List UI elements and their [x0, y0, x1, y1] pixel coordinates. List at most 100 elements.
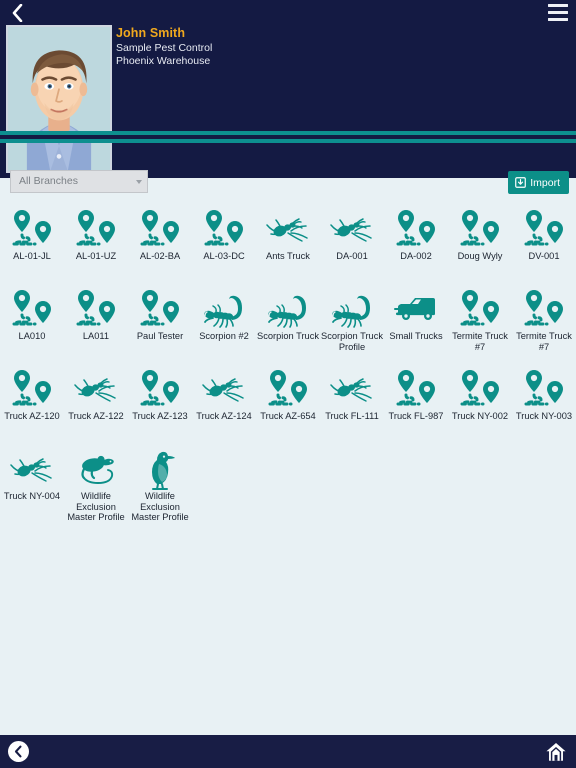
grid-item-label: Truck AZ-124 [196, 411, 252, 421]
grid-item[interactable]: AL-01-UZ [64, 205, 128, 285]
grid-item-label: DA-001 [336, 251, 368, 261]
avatar[interactable] [6, 25, 112, 173]
ant-icon [326, 365, 378, 411]
grid-item-label: Scorpion Truck [257, 331, 320, 341]
bottom-navigation-bar [0, 735, 576, 768]
user-company: Sample Pest Control [116, 41, 213, 54]
app-header: John Smith Sample Pest Control Phoenix W… [0, 0, 576, 178]
grid-item[interactable]: LA011 [64, 285, 128, 365]
grid-item-label: LA010 [18, 331, 46, 341]
grid-item[interactable]: AL-02-BA [128, 205, 192, 285]
grid-item[interactable]: Truck AZ-123 [128, 365, 192, 445]
grid-item[interactable]: Truck AZ-122 [64, 365, 128, 445]
route-pins-icon [454, 365, 506, 411]
grid-item[interactable]: Termite Truck #7 [512, 285, 576, 365]
route-pins-icon [134, 285, 186, 331]
user-branch: Phoenix Warehouse [116, 55, 211, 68]
branch-filter-dropdown[interactable]: All Branches [10, 170, 148, 193]
branch-filter-value: All Branches [19, 175, 78, 187]
grid-item[interactable]: Truck AZ-120 [0, 365, 64, 445]
grid-item[interactable]: AL-03-DC [192, 205, 256, 285]
van-icon [390, 285, 442, 331]
grid-item-label: Small Trucks [389, 331, 443, 341]
grid-item-label: Scorpion #2 [199, 331, 249, 341]
grid-item[interactable]: Scorpion #2 [192, 285, 256, 365]
chevron-down-icon [136, 180, 142, 184]
grid-item-label: Truck FL-111 [325, 411, 379, 421]
grid-item-label: Truck NY-003 [515, 411, 573, 421]
route-pins-icon [134, 365, 186, 411]
grid-item[interactable]: Scorpion Truck [256, 285, 320, 365]
grid-item-label: Truck AZ-123 [132, 411, 188, 421]
ant-icon [262, 205, 314, 251]
chevron-left-icon [12, 4, 23, 22]
profile-grid: AL-01-JL AL-01-UZ AL-02-BA AL-03-DC Ants… [0, 205, 576, 530]
grid-item[interactable]: Truck AZ-124 [192, 365, 256, 445]
grid-item-label: LA011 [82, 331, 110, 341]
grid-item-label: DV-001 [528, 251, 560, 261]
grid-item[interactable]: Termite Truck #7 [448, 285, 512, 365]
accent-stripes [0, 131, 576, 143]
grid-item-label: Wildlife Exclusion Master Profile [131, 491, 189, 522]
hamburger-menu-icon[interactable] [548, 4, 568, 21]
route-pins-icon [262, 365, 314, 411]
header-back-button[interactable] [6, 2, 28, 24]
user-name: John Smith [116, 26, 186, 40]
grid-item[interactable]: Doug Wyly [448, 205, 512, 285]
scorpion-icon [326, 285, 378, 331]
grid-item-label: Scorpion Truck Profile [321, 331, 384, 352]
home-icon [545, 742, 566, 761]
circle-chevron-left-icon [14, 745, 22, 758]
bottom-home-button[interactable] [544, 740, 567, 763]
hamburger-bar [548, 4, 568, 7]
grid-item[interactable]: Truck NY-002 [448, 365, 512, 445]
grid-item[interactable]: Ants Truck [256, 205, 320, 285]
grid-item[interactable]: Small Trucks [384, 285, 448, 365]
hamburger-bar [548, 11, 568, 14]
grid-item[interactable]: Wildlife Exclusion Master Profile [64, 445, 128, 525]
grid-item-label: AL-01-JL [13, 251, 51, 261]
bottom-back-button[interactable] [8, 741, 29, 762]
grid-item-label: Truck AZ-654 [260, 411, 316, 421]
grid-item-label: Termite Truck #7 [452, 331, 508, 352]
hamburger-bar [548, 18, 568, 21]
route-pins-icon [198, 205, 250, 251]
grid-item[interactable]: Truck NY-004 [0, 445, 64, 525]
grid-item[interactable]: DA-002 [384, 205, 448, 285]
route-pins-icon [390, 365, 442, 411]
route-pins-icon [518, 205, 570, 251]
grid-item[interactable]: DV-001 [512, 205, 576, 285]
route-pins-icon [6, 285, 58, 331]
grid-item-label: Paul Tester [136, 331, 184, 341]
user-info: John Smith Sample Pest Control Phoenix W… [116, 27, 212, 67]
grid-item[interactable]: Scorpion Truck Profile [320, 285, 384, 365]
grid-item[interactable]: AL-01-JL [0, 205, 64, 285]
toolbar: All Branches Import [0, 170, 576, 202]
grid-item-label: Doug Wyly [457, 251, 503, 261]
grid-item[interactable]: Truck NY-003 [512, 365, 576, 445]
grid-item-label: AL-01-UZ [75, 251, 117, 261]
grid-item[interactable]: DA-001 [320, 205, 384, 285]
import-button[interactable]: Import [508, 171, 569, 194]
grid-item[interactable]: Truck AZ-654 [256, 365, 320, 445]
accent-stripe-bottom [0, 139, 576, 143]
grid-item-label: Truck AZ-120 [4, 411, 60, 421]
ant-icon [198, 365, 250, 411]
grid-item-label: DA-002 [400, 251, 432, 261]
route-pins-icon [454, 285, 506, 331]
grid-item[interactable]: Wildlife Exclusion Master Profile [128, 445, 192, 525]
ant-icon [6, 445, 58, 491]
scorpion-icon [198, 285, 250, 331]
route-pins-icon [70, 205, 122, 251]
grid-item-label: Termite Truck #7 [516, 331, 572, 352]
route-pins-icon [6, 205, 58, 251]
grid-item[interactable]: Truck FL-987 [384, 365, 448, 445]
grid-item-label: Truck FL-987 [388, 411, 444, 421]
grid-item[interactable]: Truck FL-111 [320, 365, 384, 445]
ant-icon [70, 365, 122, 411]
grid-item[interactable]: LA010 [0, 285, 64, 365]
app-root: John Smith Sample Pest Control Phoenix W… [0, 0, 576, 768]
grid-item[interactable]: Paul Tester [128, 285, 192, 365]
avatar-illustration [8, 27, 110, 171]
grid-item-label: Wildlife Exclusion Master Profile [67, 491, 125, 522]
